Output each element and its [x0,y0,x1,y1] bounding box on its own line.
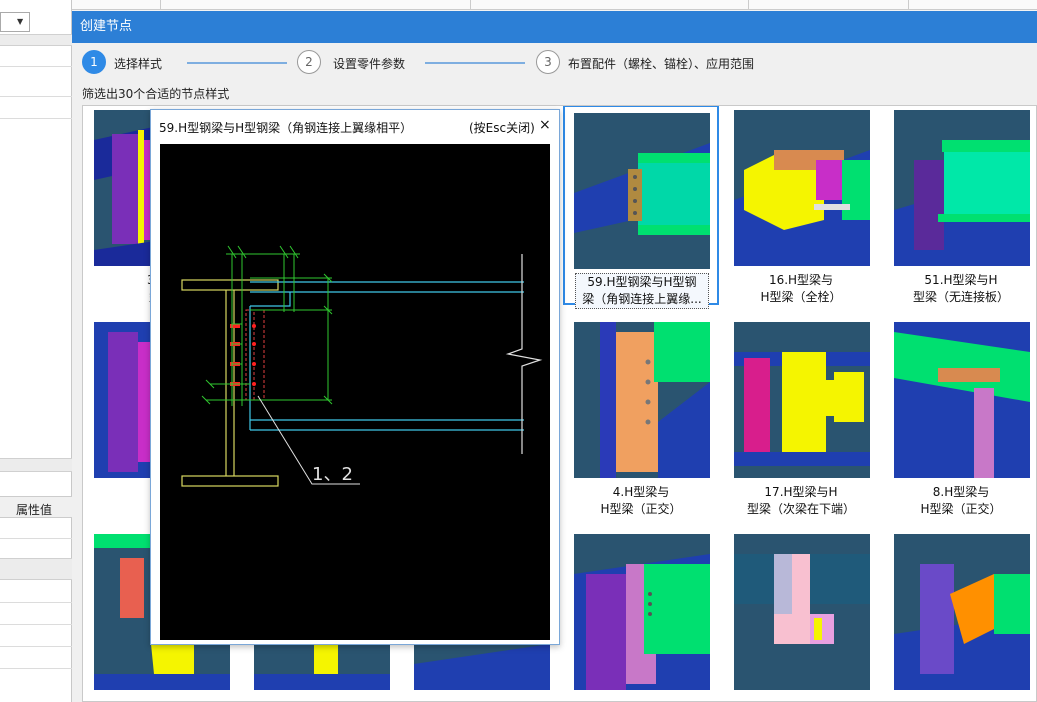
node-thumbnail [574,322,710,478]
preview-title: 59.H型钢梁与H型钢梁（角钢连接上翼缘相平） [159,121,413,135]
step-2-circle: 2 [297,50,321,74]
node-caption: 17.H型梁与H 型梁（次梁在下端） [746,485,855,516]
node-thumbnail [894,110,1030,266]
step-connector [425,62,525,64]
filter-result-label: 筛选出30个合适的节点样式 [82,87,230,101]
attr-value-header: 属性值 [0,496,72,518]
preview-esc-hint: (按Esc关闭) [469,121,535,135]
node-caption: 4.H型梁与 H型梁（正交） [600,485,682,516]
step-2-label: 设置零件参数 [333,57,406,71]
dialog-title: 创建节点 [72,11,1037,43]
node-thumbnail [734,110,870,266]
node-tile-8[interactable]: 8.H型梁与 H型梁（正交） [883,318,1036,518]
step-indicator: 1 选择样式 2 设置零件参数 3 布置配件（螺栓、锚栓）、应用范围 [72,47,1037,77]
property-panel: ▼ 属性值 [0,0,72,702]
node-tile-59[interactable]: 59.H型钢梁与H型钢 梁（角钢连接上翼缘... [563,106,719,309]
step-connector [187,62,287,64]
background-table-header [72,0,1037,10]
node-caption: 51.H型梁与H 型梁（无连接板） [912,273,1009,304]
preview-drawing: 1、2 [160,144,550,640]
node-thumbnail [574,113,710,269]
step-3-circle: 3 [536,50,560,74]
step-1-circle: 1 [82,50,106,74]
attr-value-label: 属性值 [16,503,53,517]
node-thumbnail [894,534,1030,690]
panel-dropdown[interactable]: ▼ [0,12,30,32]
node-thumbnail [734,534,870,690]
node-caption: 8.H型梁与 H型梁（正交） [920,485,1002,516]
node-tile[interactable] [563,530,719,701]
drawing-part-label: 1、2 [312,464,353,485]
node-tile-16[interactable]: 16.H型梁与 H型梁（全栓） [723,106,879,306]
node-tile[interactable] [883,530,1036,701]
node-tile-4[interactable]: 4.H型梁与 H型梁（正交） [563,318,719,518]
node-tile[interactable] [723,530,879,701]
node-thumbnail [574,534,710,690]
panel-band [0,34,72,46]
node-thumbnail [894,322,1030,478]
node-caption: 16.H型梁与 H型梁（全栓） [760,273,842,304]
close-icon[interactable]: × [539,117,551,133]
step-1-label: 选择样式 [114,57,163,71]
node-tile-51[interactable]: 51.H型梁与H 型梁（无连接板） [883,106,1036,306]
node-tile-17[interactable]: 17.H型梁与H 型梁（次梁在下端） [723,318,879,518]
step-3-label: 布置配件（螺栓、锚栓）、应用范围 [568,57,755,71]
chevron-down-icon: ▼ [17,17,24,26]
node-thumbnail [734,322,870,478]
node-caption: 59.H型钢梁与H型钢 梁（角钢连接上翼缘... [575,273,709,309]
node-preview-popup: 59.H型钢梁与H型钢梁（角钢连接上翼缘相平） (按Esc关闭) × 1、2 [150,109,560,645]
